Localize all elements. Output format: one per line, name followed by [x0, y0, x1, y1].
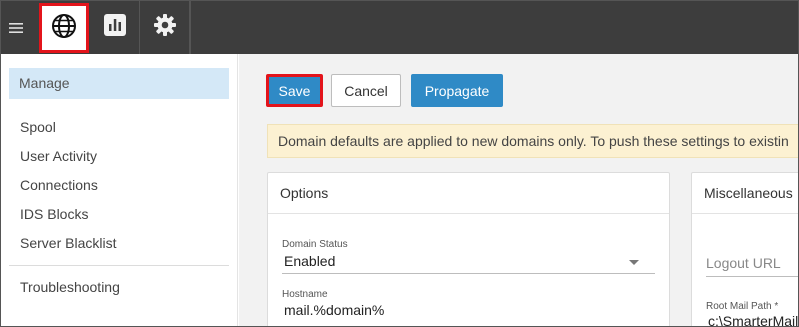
top-navigation-bar	[1, 1, 798, 54]
options-card-title: Options	[268, 173, 669, 214]
domains-nav-button[interactable]	[39, 3, 89, 53]
topbar-divider	[190, 1, 191, 54]
chart-icon	[102, 12, 128, 43]
gear-icon	[152, 12, 178, 43]
chevron-down-icon[interactable]	[629, 260, 639, 265]
sidebar-item-troubleshooting[interactable]: Troubleshooting	[20, 279, 120, 295]
sidebar-item-user-activity[interactable]: User Activity	[20, 148, 97, 164]
sidebar-item-manage[interactable]: Manage	[9, 68, 229, 99]
save-button[interactable]: Save	[266, 74, 323, 107]
sidebar-item-server-blacklist[interactable]: Server Blacklist	[20, 235, 116, 251]
logout-url-input[interactable]: Logout URL	[706, 255, 781, 271]
miscellaneous-card-title: Miscellaneous	[692, 173, 798, 214]
domain-status-label: Domain Status	[282, 239, 348, 250]
miscellaneous-card: Miscellaneous Logout URL Root Mail Path …	[691, 172, 798, 326]
domain-status-underline	[282, 273, 655, 274]
hostname-label: Hostname	[282, 289, 328, 300]
main-content: Save Cancel Propagate Domain defaults ar…	[239, 54, 798, 326]
logout-url-underline	[706, 276, 798, 277]
root-mail-path-input[interactable]: c:\SmarterMail	[708, 313, 798, 326]
app-window: Manage Spool User Activity Connections I…	[0, 0, 799, 327]
sidebar-divider	[9, 265, 229, 266]
reports-nav-button[interactable]	[91, 1, 140, 54]
sidebar-item-connections[interactable]: Connections	[20, 177, 98, 193]
sidebar-item-spool[interactable]: Spool	[20, 119, 56, 135]
domain-status-select[interactable]: Enabled	[284, 253, 335, 269]
settings-nav-button[interactable]	[141, 1, 190, 54]
propagate-button[interactable]: Propagate	[411, 74, 503, 107]
hamburger-icon[interactable]	[4, 16, 28, 40]
sidebar: Manage Spool User Activity Connections I…	[1, 54, 238, 326]
options-card: Options Domain Status Enabled Hostname m…	[267, 172, 670, 326]
hostname-input[interactable]: mail.%domain%	[284, 302, 384, 318]
root-mail-path-label: Root Mail Path *	[706, 301, 779, 312]
cancel-button[interactable]: Cancel	[331, 74, 401, 107]
sidebar-item-ids-blocks[interactable]: IDS Blocks	[20, 206, 88, 222]
globe-icon	[51, 13, 77, 44]
domain-defaults-notice: Domain defaults are applied to new domai…	[267, 124, 798, 158]
